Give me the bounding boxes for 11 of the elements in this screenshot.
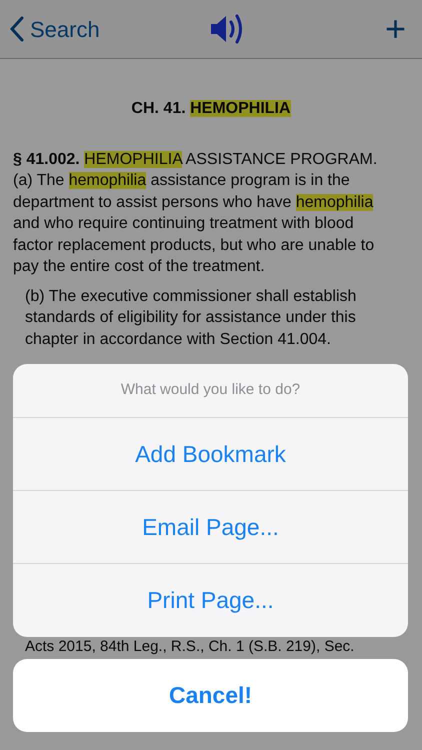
cancel-button[interactable]: Cancel! <box>13 659 408 732</box>
back-button[interactable]: Search <box>10 12 100 46</box>
add-button[interactable]: + <box>384 11 412 47</box>
citation-text: Acts 2015, 84th Leg., R.S., Ch. 1 (S.B. 219), Sec. <box>24 638 356 656</box>
chevron-left-icon <box>10 16 24 42</box>
action-button[interactable]: Add Bookmark <box>13 418 408 491</box>
action-button[interactable]: Email Page... <box>13 491 408 564</box>
chapter-heading: CH. 41. HEMOPHILIA <box>130 99 292 119</box>
paragraph-text: (b) The executive commissioner shall establish standards of eligibility for assistance under this chapter in accordance with Section 41.004. <box>24 286 358 350</box>
sheet-title: What would you like to do? <box>13 364 408 418</box>
action-button[interactable]: Print Page... <box>13 564 408 637</box>
